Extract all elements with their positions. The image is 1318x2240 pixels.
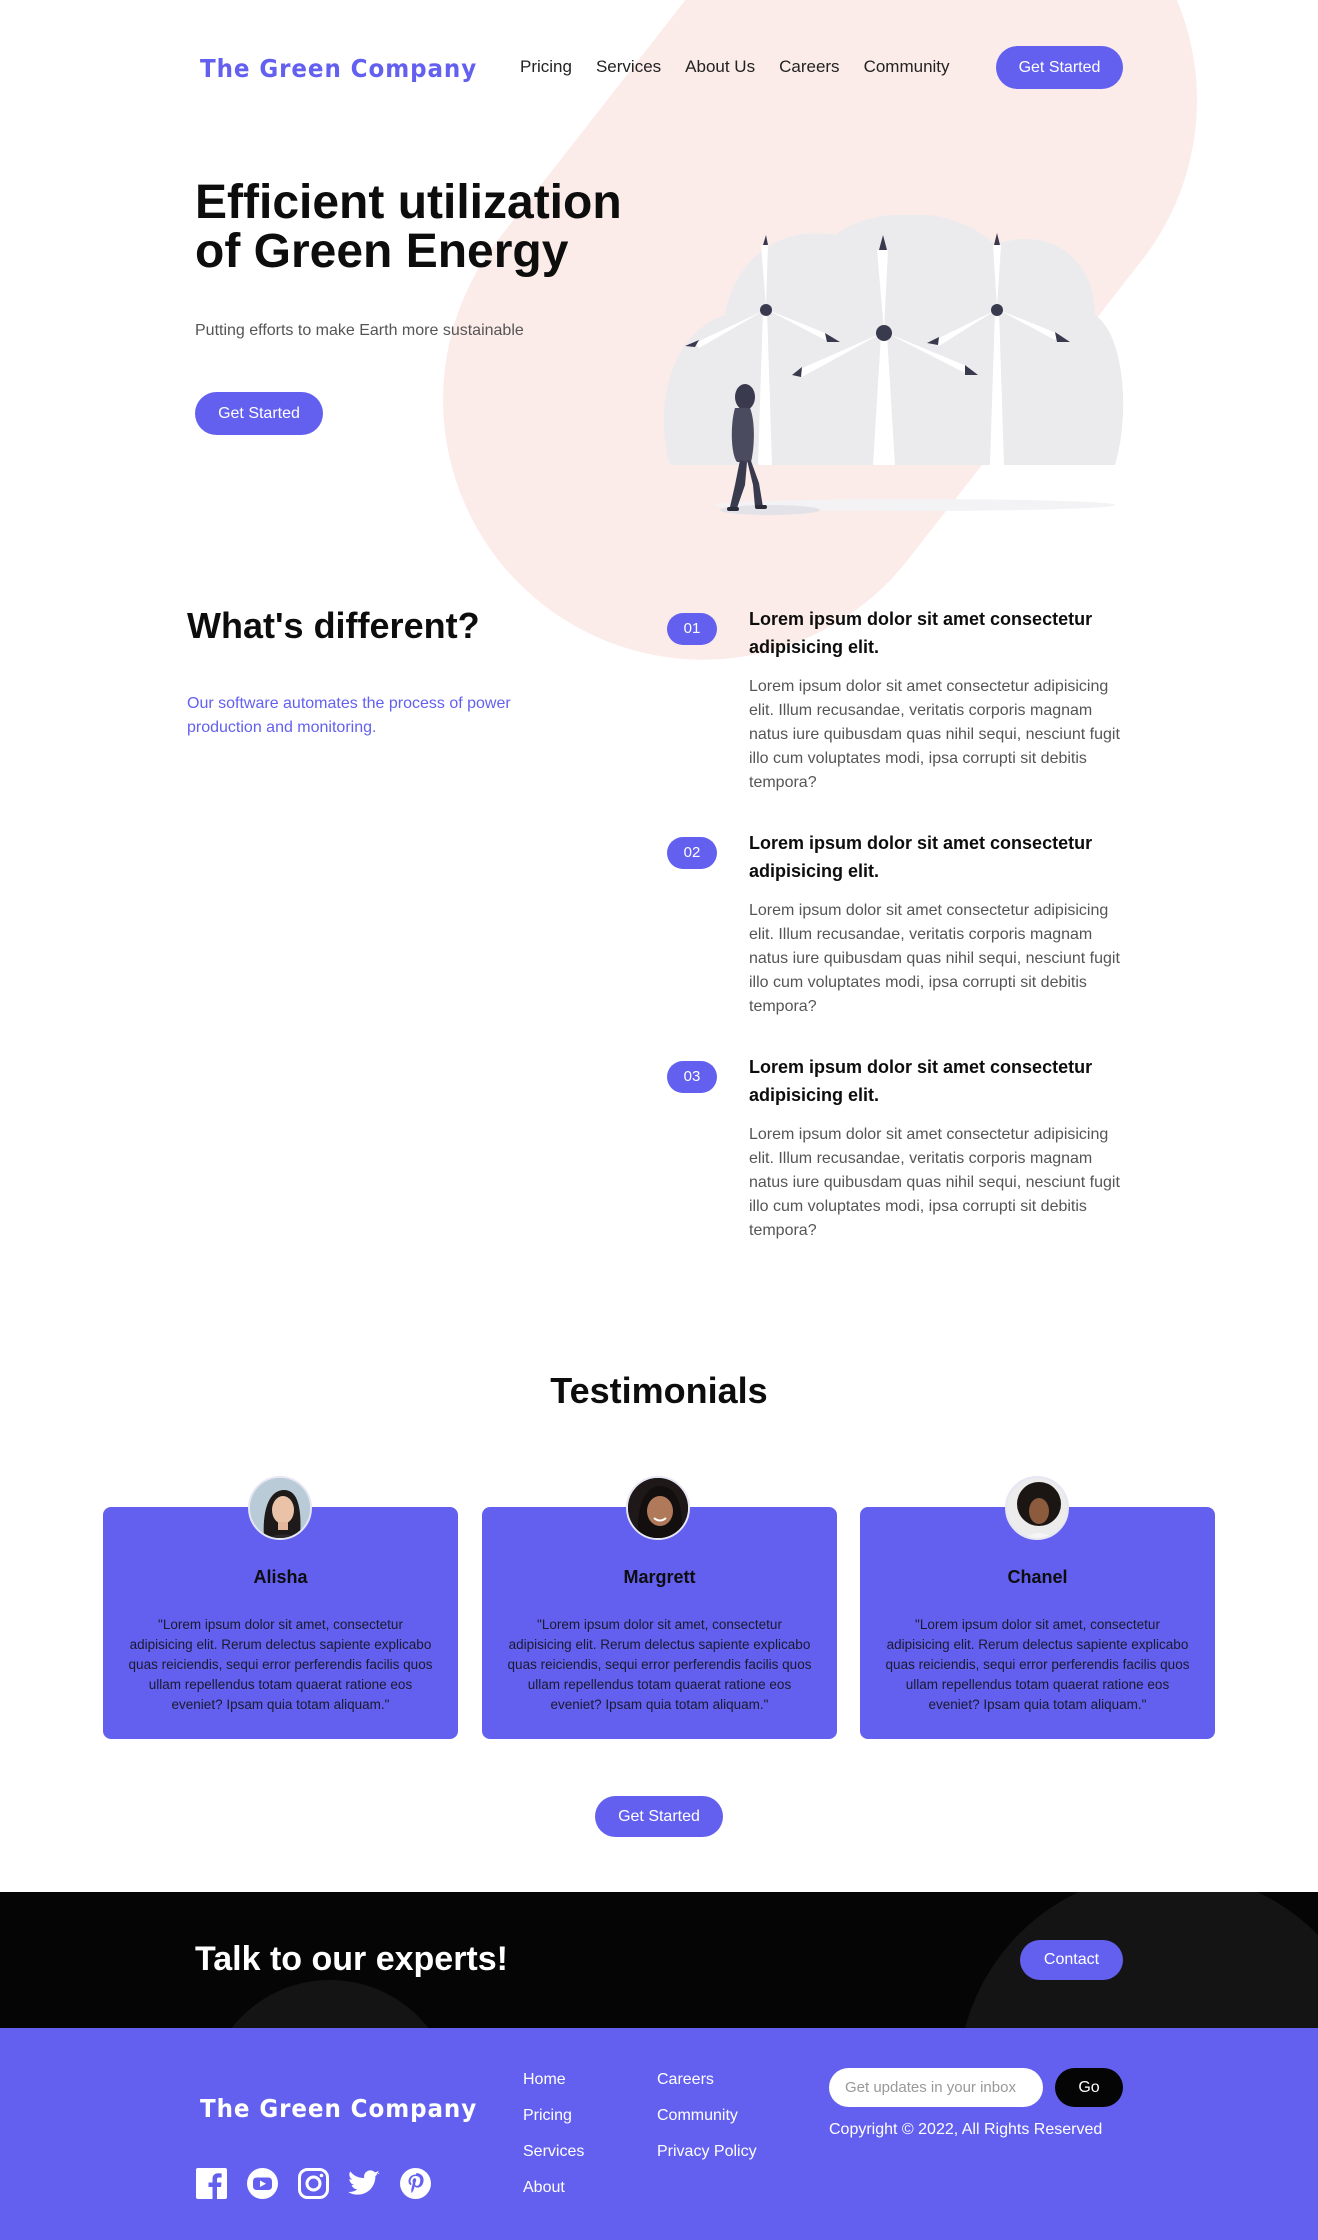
twitter-icon[interactable] bbox=[348, 2167, 381, 2200]
feature-title: Lorem ipsum dolor sit amet consectetur a… bbox=[749, 609, 1093, 657]
social-links bbox=[195, 2167, 432, 2200]
testimonials-get-started-button[interactable]: Get Started bbox=[595, 1796, 723, 1837]
nav-community[interactable]: Community bbox=[864, 57, 950, 77]
testimonial-name: Margrett bbox=[623, 1567, 696, 1587]
nav-pricing[interactable]: Pricing bbox=[520, 57, 572, 77]
newsletter-go-button[interactable]: Go bbox=[1055, 2068, 1123, 2107]
feature-body: Lorem ipsum dolor sit amet consectetur a… bbox=[749, 902, 1120, 1015]
testimonial-card: Chanel "Lorem ipsum dolor sit amet, cons… bbox=[860, 1507, 1215, 1739]
feature-body: Lorem ipsum dolor sit amet consectetur a… bbox=[749, 678, 1120, 791]
newsletter-email-input[interactable] bbox=[829, 2068, 1043, 2107]
hero-title-line1: Efficient utilization bbox=[195, 176, 622, 229]
feature-number-badge: 01 bbox=[667, 613, 717, 645]
footer-links-secondary: Careers Community Privacy Policy bbox=[657, 2070, 757, 2178]
footer-links-primary: Home Pricing Services About bbox=[523, 2070, 584, 2214]
testimonial-card: Margrett "Lorem ipsum dolor sit amet, co… bbox=[482, 1507, 837, 1739]
feature-body: Lorem ipsum dolor sit amet consectetur a… bbox=[749, 1126, 1120, 1239]
nav-careers[interactable]: Careers bbox=[779, 57, 839, 77]
avatar bbox=[248, 1476, 312, 1540]
feature-title: Lorem ipsum dolor sit amet consectetur a… bbox=[749, 833, 1093, 881]
testimonial-name: Chanel bbox=[1007, 1567, 1068, 1587]
nav-about-us[interactable]: About Us bbox=[685, 57, 755, 77]
nav-services[interactable]: Services bbox=[596, 57, 661, 77]
instagram-icon[interactable] bbox=[297, 2167, 330, 2200]
hero-title-line2: of Green Energy bbox=[195, 225, 569, 278]
feature-number-badge: 03 bbox=[667, 1061, 717, 1093]
avatar bbox=[1005, 1476, 1069, 1540]
youtube-icon[interactable] bbox=[246, 2167, 279, 2200]
hero-title: Efficient utilization of Green Energy bbox=[195, 178, 715, 276]
different-subtitle: Our software automates the process of po… bbox=[187, 695, 511, 736]
pinterest-icon[interactable] bbox=[399, 2167, 432, 2200]
testimonial-quote: "Lorem ipsum dolor sit amet, consectetur… bbox=[507, 1617, 812, 1712]
site-footer: The Green Company Home Pricing Services … bbox=[0, 2028, 1318, 2240]
contact-button[interactable]: Contact bbox=[1020, 1940, 1123, 1980]
experts-title: Talk to our experts! bbox=[195, 1940, 508, 1978]
landing-page: The Green Company Pricing Services About… bbox=[0, 0, 1318, 2240]
feature-title: Lorem ipsum dolor sit amet consectetur a… bbox=[749, 1057, 1093, 1105]
avatar bbox=[626, 1476, 690, 1540]
different-title: What's different? bbox=[187, 605, 480, 646]
hero-get-started-button[interactable]: Get Started bbox=[195, 392, 323, 435]
main-nav: Pricing Services About Us Careers Commun… bbox=[520, 57, 974, 77]
wind-turbines-illustration bbox=[663, 215, 1124, 515]
footer-link-privacy-policy[interactable]: Privacy Policy bbox=[657, 2142, 757, 2178]
decorative-circle bbox=[958, 1892, 1318, 2028]
header-get-started-button[interactable]: Get Started bbox=[996, 46, 1123, 89]
copyright-text: Copyright © 2022, All Rights Reserved bbox=[829, 2121, 1103, 2138]
footer-link-pricing[interactable]: Pricing bbox=[523, 2106, 584, 2142]
testimonial-card: Alisha "Lorem ipsum dolor sit amet, cons… bbox=[103, 1507, 458, 1739]
footer-link-home[interactable]: Home bbox=[523, 2070, 584, 2106]
hero-subtitle: Putting efforts to make Earth more susta… bbox=[195, 322, 524, 339]
footer-logo[interactable]: The Green Company bbox=[200, 2094, 477, 2123]
footer-link-community[interactable]: Community bbox=[657, 2106, 757, 2142]
footer-link-services[interactable]: Services bbox=[523, 2142, 584, 2178]
experts-banner: Talk to our experts! Contact bbox=[0, 1892, 1318, 2028]
feature-number-badge: 02 bbox=[667, 837, 717, 869]
footer-link-careers[interactable]: Careers bbox=[657, 2070, 757, 2106]
testimonial-quote: "Lorem ipsum dolor sit amet, consectetur… bbox=[885, 1617, 1190, 1712]
site-header: The Green Company Pricing Services About… bbox=[0, 0, 1318, 135]
testimonials-title: Testimonials bbox=[550, 1370, 768, 1411]
testimonial-name: Alisha bbox=[253, 1567, 308, 1587]
decorative-circle bbox=[205, 1980, 455, 2028]
facebook-icon[interactable] bbox=[195, 2167, 228, 2200]
footer-link-about[interactable]: About bbox=[523, 2178, 584, 2214]
brand-logo[interactable]: The Green Company bbox=[200, 54, 477, 83]
testimonial-quote: "Lorem ipsum dolor sit amet, consectetur… bbox=[128, 1617, 433, 1712]
